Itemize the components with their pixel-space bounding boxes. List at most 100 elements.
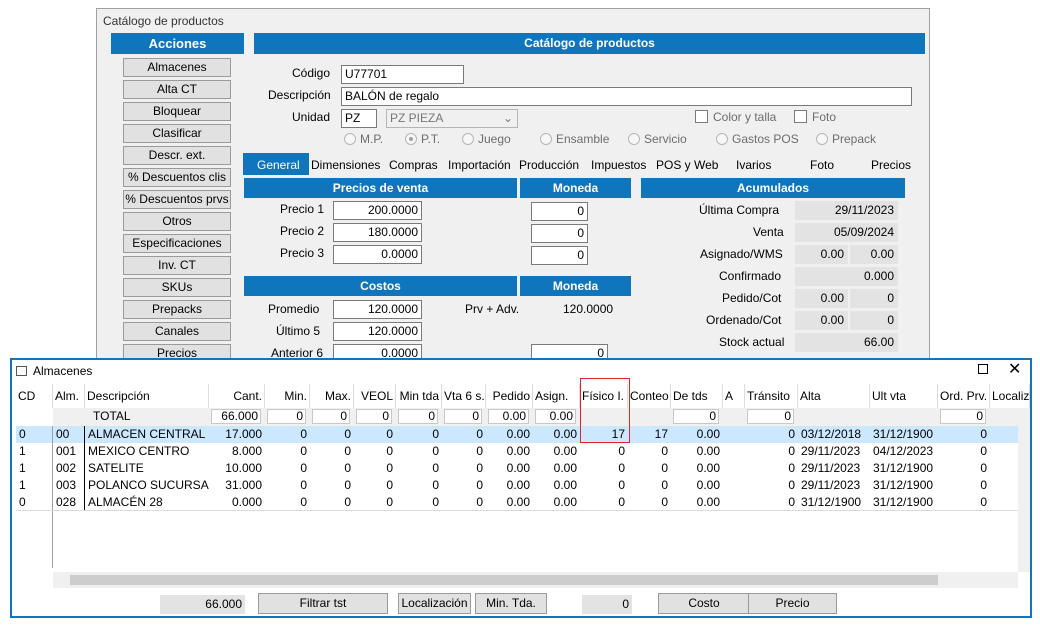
table-cell[interactable]: SATELITE: [85, 460, 209, 477]
column-header[interactable]: Alm.: [53, 384, 85, 408]
table-cell[interactable]: 0: [310, 460, 354, 477]
table-cell[interactable]: 0: [396, 426, 442, 443]
table-cell[interactable]: 0: [16, 494, 53, 511]
table-cell[interactable]: 003: [53, 477, 85, 494]
table-cell[interactable]: ALMACEN CENTRAL: [85, 426, 209, 443]
tab-produccin[interactable]: Producción: [519, 158, 579, 172]
table-cell[interactable]: 0: [396, 460, 442, 477]
table-cell[interactable]: 0.00: [486, 494, 533, 511]
column-header[interactable]: Tránsito: [745, 384, 798, 408]
table-cell[interactable]: 31/12/1900: [870, 460, 938, 477]
table-cell[interactable]: 1: [16, 477, 53, 494]
column-header[interactable]: Ult vta: [870, 384, 938, 408]
close-icon[interactable]: ✕: [1008, 359, 1021, 379]
table-cell[interactable]: 0: [745, 477, 798, 494]
table-cell[interactable]: 0: [628, 477, 671, 494]
table-cell[interactable]: 0.00: [671, 477, 723, 494]
action-button[interactable]: Especificaciones: [123, 234, 231, 253]
column-header[interactable]: VEOL: [354, 384, 396, 408]
column-header[interactable]: Descripción: [85, 384, 209, 408]
precio-1-input[interactable]: 200.0000: [333, 201, 422, 220]
tab-posyweb[interactable]: POS y Web: [656, 158, 718, 172]
table-cell[interactable]: 0: [354, 460, 396, 477]
table-cell[interactable]: 0.00: [486, 443, 533, 460]
table-cell[interactable]: 0.00: [671, 494, 723, 511]
table-cell[interactable]: 0.00: [671, 426, 723, 443]
table-cell[interactable]: 0: [265, 460, 310, 477]
action-button[interactable]: SKUs: [123, 278, 231, 297]
table-cell[interactable]: 0: [354, 494, 396, 511]
table-cell[interactable]: 0.000: [209, 494, 265, 511]
moneda-1-input[interactable]: 0: [531, 202, 588, 221]
table-cell[interactable]: 001: [53, 443, 85, 460]
table-cell[interactable]: 17: [628, 426, 671, 443]
table-cell[interactable]: 0.00: [533, 477, 580, 494]
table-cell[interactable]: [723, 494, 745, 511]
column-header[interactable]: Ord. Prv.: [938, 384, 990, 408]
table-cell[interactable]: 0: [265, 477, 310, 494]
table-cell[interactable]: MEXICO CENTRO: [85, 443, 209, 460]
table-cell[interactable]: 0: [580, 477, 628, 494]
table-cell[interactable]: 028: [53, 494, 85, 511]
tab-ivarios[interactable]: Ivarios: [736, 158, 771, 172]
table-cell[interactable]: 0.00: [533, 460, 580, 477]
table-cell[interactable]: 03/12/2018: [798, 426, 870, 443]
radio-option[interactable]: Servicio: [628, 132, 687, 146]
radio-option[interactable]: Ensamble: [540, 132, 609, 146]
column-header[interactable]: CD: [16, 384, 53, 408]
radio-option[interactable]: Prepack: [816, 132, 876, 146]
table-cell[interactable]: 0.00: [671, 443, 723, 460]
moneda-2-input[interactable]: 0: [531, 224, 588, 243]
table-cell[interactable]: 0: [442, 477, 486, 494]
table-cell[interactable]: 0: [745, 494, 798, 511]
action-button[interactable]: % Descuentos clis: [123, 168, 231, 187]
table-cell[interactable]: [723, 443, 745, 460]
localizacion-button[interactable]: Localización: [398, 593, 471, 614]
tab-precios[interactable]: Precios: [871, 158, 911, 172]
column-header[interactable]: Pedido: [486, 384, 533, 408]
table-cell[interactable]: 0: [310, 443, 354, 460]
moneda-3-input[interactable]: 0: [531, 246, 588, 265]
costo-button[interactable]: Costo: [658, 593, 750, 614]
table-cell[interactable]: 0.00: [533, 443, 580, 460]
table-cell[interactable]: 0: [265, 494, 310, 511]
table-cell[interactable]: 0: [580, 494, 628, 511]
action-button[interactable]: Clasificar: [123, 124, 231, 143]
table-cell[interactable]: 1: [16, 460, 53, 477]
table-cell[interactable]: 00: [53, 426, 85, 443]
min-tda-button[interactable]: Min. Tda.: [475, 593, 547, 614]
tab-general[interactable]: General: [257, 158, 300, 172]
filtrar-button[interactable]: Filtrar tst: [258, 593, 388, 614]
tab-foto[interactable]: Foto: [810, 158, 834, 172]
tab-compras[interactable]: Compras: [389, 158, 438, 172]
table-cell[interactable]: 29/11/2023: [798, 443, 870, 460]
action-button[interactable]: Otros: [123, 212, 231, 231]
precio-button[interactable]: Precio: [748, 593, 837, 614]
table-cell[interactable]: 31/12/1900: [870, 426, 938, 443]
table-cell[interactable]: 29/11/2023: [798, 477, 870, 494]
table-cell[interactable]: 0: [310, 477, 354, 494]
action-button[interactable]: Descr. ext.: [123, 146, 231, 165]
table-cell[interactable]: 0: [354, 426, 396, 443]
table-cell[interactable]: [723, 460, 745, 477]
table-cell[interactable]: 0.00: [486, 460, 533, 477]
radio-option[interactable]: Juego: [462, 132, 511, 146]
table-cell[interactable]: 0: [396, 443, 442, 460]
table-cell[interactable]: 0.00: [486, 477, 533, 494]
tab-dimensiones[interactable]: Dimensiones: [311, 158, 380, 172]
table-cell[interactable]: [723, 426, 745, 443]
column-header[interactable]: De tds: [671, 384, 723, 408]
table-cell[interactable]: 0: [265, 426, 310, 443]
table-cell[interactable]: POLANCO SUCURSAL: [85, 477, 209, 494]
table-cell[interactable]: 0: [745, 460, 798, 477]
promedio-input[interactable]: 120.0000: [333, 300, 422, 319]
table-cell[interactable]: 31/12/1900: [870, 494, 938, 511]
table-cell[interactable]: 0: [628, 460, 671, 477]
table-cell[interactable]: 0.00: [486, 426, 533, 443]
table-cell[interactable]: 0.00: [671, 460, 723, 477]
action-button[interactable]: Alta CT: [123, 80, 231, 99]
table-cell[interactable]: 0.00: [533, 426, 580, 443]
precio-3-input[interactable]: 0.0000: [333, 245, 422, 264]
action-button[interactable]: Prepacks: [123, 300, 231, 319]
vertical-scrollbar[interactable]: [1018, 426, 1030, 572]
